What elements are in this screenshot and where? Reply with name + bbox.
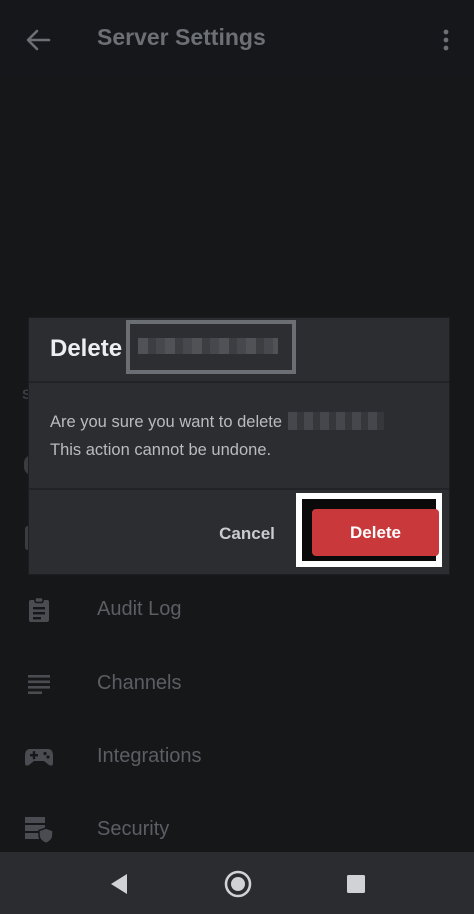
dialog-message: Are you sure you want to delete This act…: [50, 408, 430, 464]
clipboard-icon: [24, 596, 54, 624]
nav-home-button[interactable]: [216, 862, 260, 906]
redacted-text: [288, 412, 385, 430]
home-circle-icon: [224, 870, 252, 898]
menu-item-integrations[interactable]: Integrations: [0, 727, 474, 787]
dialog-divider: [29, 381, 449, 383]
redacted-name-box: [126, 320, 296, 374]
menu-item-label: Security: [97, 818, 170, 840]
dialog-message-line2: This action cannot be undone.: [50, 441, 272, 459]
system-nav-bar: [0, 852, 474, 914]
menu-item-label: Channels: [97, 672, 182, 694]
back-triangle-icon: [111, 874, 127, 894]
redacted-text: [138, 338, 278, 354]
menu-item-channels[interactable]: Channels: [0, 654, 474, 714]
cancel-button[interactable]: Cancel: [207, 514, 287, 554]
gamepad-icon: [24, 743, 54, 771]
dialog-message-line1: Are you sure you want to delete: [50, 413, 283, 431]
server-shield-icon: [24, 816, 54, 844]
list-icon: [24, 670, 54, 698]
menu-item-audit-log[interactable]: Audit Log: [0, 580, 474, 640]
delete-button[interactable]: Delete: [312, 509, 439, 556]
nav-recents-button[interactable]: [334, 862, 378, 906]
screen: Server Settings S Audit Log Channels Int…: [0, 0, 474, 914]
nav-back-button[interactable]: [97, 862, 141, 906]
dialog-divider: [29, 488, 449, 490]
delete-confirm-dialog: Delete Are you sure you want to delete T…: [29, 318, 449, 574]
menu-item-security[interactable]: Security: [0, 800, 474, 860]
recents-square-icon: [347, 875, 365, 893]
menu-item-label: Integrations: [97, 745, 202, 767]
dialog-title: Delete: [50, 335, 123, 362]
menu-item-label: Audit Log: [97, 598, 182, 620]
